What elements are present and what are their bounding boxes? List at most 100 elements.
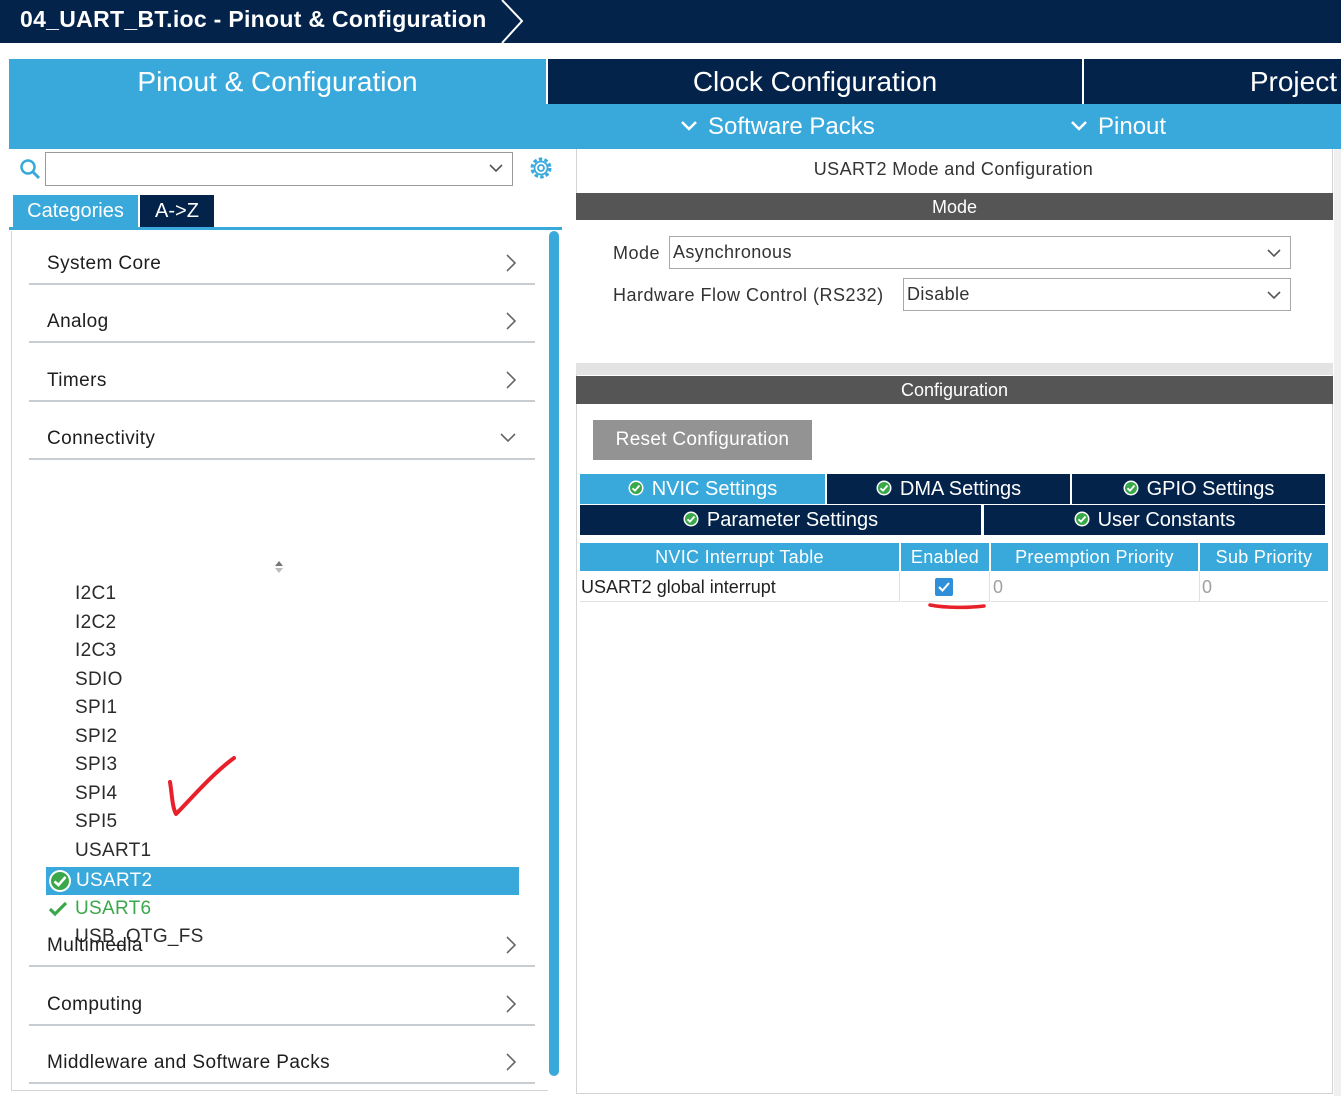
tab-pinout-configuration[interactable]: Pinout & Configuration xyxy=(9,59,546,104)
check-circle-icon xyxy=(1074,511,1090,527)
chevron-right-icon xyxy=(506,312,517,330)
tab-project-manager[interactable]: Project xyxy=(1084,59,1341,104)
column-header-enabled[interactable]: Enabled xyxy=(901,543,989,571)
search-icon[interactable] xyxy=(19,158,41,180)
chevron-down-icon xyxy=(1267,249,1281,258)
peripheral-i2c1[interactable]: I2C1 xyxy=(75,581,116,607)
peripheral-usart2-selected[interactable]: USART2 xyxy=(46,867,519,895)
window-title: 04_UART_BT.ioc - Pinout & Configuration xyxy=(20,6,487,32)
pinout-menu-label: Pinout xyxy=(1098,113,1167,140)
tab-categories[interactable]: Categories xyxy=(13,195,138,227)
chevron-down-icon xyxy=(1071,120,1087,131)
panel-title: USART2 Mode and Configuration xyxy=(813,159,1094,179)
mode-value: Asynchronous xyxy=(673,242,792,262)
tab-underline xyxy=(9,227,562,230)
tab-dma-settings[interactable]: DMA Settings xyxy=(827,474,1070,504)
category-label: Analog xyxy=(47,311,109,332)
peripheral-spi1[interactable]: SPI1 xyxy=(75,695,117,721)
category-timers[interactable]: Timers xyxy=(29,366,535,402)
software-packs-label: Software Packs xyxy=(708,113,875,140)
peripheral-spi3[interactable]: SPI3 xyxy=(75,752,117,778)
chevron-right-icon xyxy=(506,995,517,1013)
flow-control-value: Disable xyxy=(907,284,970,304)
section-separator xyxy=(576,363,1333,375)
chevron-right-icon xyxy=(506,936,517,954)
title-bar: 04_UART_BT.ioc - Pinout & Configuration xyxy=(0,0,1341,43)
flow-control-label: Hardware Flow Control (RS232) xyxy=(613,285,884,305)
annotation-underline xyxy=(928,603,986,610)
tab-gpio-settings[interactable]: GPIO Settings xyxy=(1072,474,1325,504)
mode-label: Mode xyxy=(613,243,661,263)
tab-clock-configuration[interactable]: Clock Configuration xyxy=(548,59,1082,104)
category-scrollbar[interactable] xyxy=(548,231,560,1076)
peripheral-sdio[interactable]: SDIO xyxy=(75,667,123,693)
peripheral-spi4[interactable]: SPI4 xyxy=(75,781,117,807)
category-multimedia[interactable]: Multimedia xyxy=(29,931,535,967)
preemption-priority-cell[interactable]: 0 xyxy=(991,572,1200,602)
software-packs-menu[interactable]: Software Packs xyxy=(680,104,875,149)
tab-a-to-z[interactable]: A->Z xyxy=(140,195,214,227)
tab-label: NVIC Settings xyxy=(651,478,778,500)
tab-label: Parameter Settings xyxy=(706,509,879,531)
sub-menu-bar: Software Packs Pinout xyxy=(9,104,1341,149)
check-circle-icon xyxy=(1123,480,1139,496)
chevron-down-icon xyxy=(681,120,697,131)
peripheral-usart6[interactable]: USART6 xyxy=(75,896,151,922)
pinout-menu[interactable]: Pinout xyxy=(1070,104,1166,149)
scrollbar-thumb[interactable] xyxy=(549,231,559,1076)
tab-label: User Constants xyxy=(1097,509,1236,531)
category-label: Computing xyxy=(47,994,143,1015)
category-label: Timers xyxy=(47,370,107,391)
peripheral-spi2[interactable]: SPI2 xyxy=(75,724,117,750)
column-header-sub-priority[interactable]: Sub Priority xyxy=(1200,543,1328,571)
sub-priority-cell[interactable]: 0 xyxy=(1200,572,1328,602)
annotation-check-mark xyxy=(168,756,236,816)
tab-label: GPIO Settings xyxy=(1146,478,1275,500)
category-label: System Core xyxy=(47,253,162,274)
tab-user-constants[interactable]: User Constants xyxy=(984,505,1325,535)
chevron-down-icon xyxy=(500,433,516,443)
category-middleware[interactable]: Middleware and Software Packs xyxy=(29,1048,535,1084)
enabled-checkbox[interactable] xyxy=(935,578,953,596)
check-circle-icon xyxy=(876,480,892,496)
category-system-core[interactable]: System Core xyxy=(29,249,535,285)
column-header-interrupt[interactable]: NVIC Interrupt Table xyxy=(580,543,899,571)
check-circle-icon xyxy=(628,480,644,496)
gear-icon[interactable] xyxy=(527,154,555,182)
tab-label: DMA Settings xyxy=(899,478,1022,500)
reset-configuration-button[interactable]: Reset Configuration xyxy=(593,420,812,460)
checkmark-icon xyxy=(48,901,68,917)
peripheral-i2c2[interactable]: I2C2 xyxy=(75,610,116,636)
checkmark-icon xyxy=(938,582,950,592)
category-label: Middleware and Software Packs xyxy=(47,1052,331,1073)
tab-nvic-settings[interactable]: NVIC Settings xyxy=(580,474,825,504)
peripheral-i2c3[interactable]: I2C3 xyxy=(75,638,116,664)
column-header-preemption[interactable]: Preemption Priority xyxy=(991,543,1198,571)
interrupt-name-cell: USART2 global interrupt xyxy=(580,572,900,602)
check-circle-icon xyxy=(49,870,71,892)
category-computing[interactable]: Computing xyxy=(29,990,535,1026)
chevron-down-icon xyxy=(1267,291,1281,300)
check-circle-icon xyxy=(683,511,699,527)
mode-select[interactable]: Asynchronous xyxy=(669,236,1291,269)
peripheral-label: USART2 xyxy=(76,870,153,891)
chevron-down-icon[interactable] xyxy=(488,162,504,174)
chevron-right-icon xyxy=(506,1053,517,1071)
sort-arrows-icon[interactable] xyxy=(274,560,284,574)
category-label: Multimedia xyxy=(47,935,143,956)
category-list: System Core Analog Timers Connectivity I… xyxy=(11,231,548,1091)
configuration-panel: USART2 Mode and Configuration Mode Mode … xyxy=(575,149,1341,1096)
configuration-section-header: Configuration xyxy=(576,376,1333,404)
breadcrumb-arrow-icon xyxy=(501,0,524,43)
tab-parameter-settings[interactable]: Parameter Settings xyxy=(580,505,981,535)
peripheral-spi5[interactable]: SPI5 xyxy=(75,809,117,835)
mode-section-header: Mode xyxy=(576,193,1333,221)
category-connectivity[interactable]: Connectivity xyxy=(29,424,535,460)
panel-scrollbar[interactable] xyxy=(1334,149,1341,1096)
categories-panel: Categories A->Z System Core Analog Timer… xyxy=(9,149,564,1096)
category-analog[interactable]: Analog xyxy=(29,307,535,343)
peripheral-usart1[interactable]: USART1 xyxy=(75,838,151,864)
flow-control-select[interactable]: Disable xyxy=(903,278,1291,311)
category-label: Connectivity xyxy=(47,428,156,449)
search-input[interactable] xyxy=(45,152,513,186)
